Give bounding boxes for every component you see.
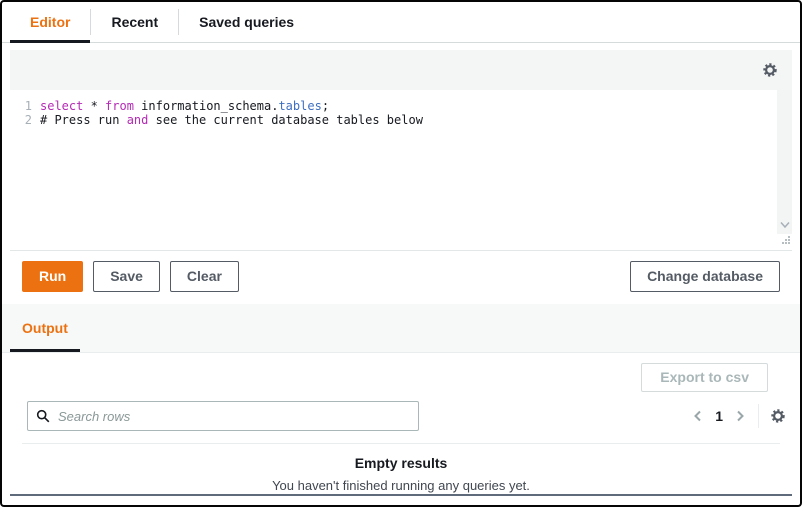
sql-code-editor[interactable]: 1select * from information_schema.tables… [10, 90, 792, 251]
export-row: Export to csv [2, 353, 800, 392]
tab-saved-queries[interactable]: Saved queries [179, 2, 314, 42]
tab-output[interactable]: Output [10, 305, 80, 352]
change-database-button[interactable]: Change database [630, 261, 780, 292]
pagination: 1 [691, 404, 786, 428]
editor-toolbar [10, 50, 792, 90]
tab-recent[interactable]: Recent [91, 2, 178, 42]
query-editor-window: Editor Recent Saved queries 1select * fr… [0, 0, 802, 507]
empty-results-subtitle: You haven't finished running any queries… [22, 471, 780, 507]
search-rows-field [27, 401, 419, 431]
tab-editor[interactable]: Editor [10, 2, 90, 42]
gear-icon[interactable] [770, 408, 786, 424]
gear-icon[interactable] [762, 62, 778, 78]
editor-scrollbar[interactable] [777, 90, 792, 234]
editor-actions: Run Save Clear Change database [2, 251, 800, 304]
code-lines: 1select * from information_schema.tables… [10, 99, 792, 127]
output-header: Output [2, 304, 800, 353]
chevron-left-icon[interactable] [691, 409, 705, 423]
pager-divider [758, 404, 759, 428]
run-button[interactable]: Run [22, 261, 83, 292]
results-controls: 1 [2, 392, 800, 431]
results-table: Empty results You haven't finished runni… [22, 443, 780, 507]
chevron-down-icon [779, 218, 791, 232]
save-button[interactable]: Save [93, 261, 160, 292]
output-bottom-edge [10, 494, 792, 496]
search-rows-input[interactable] [27, 401, 419, 431]
empty-results-title: Empty results [22, 444, 780, 471]
resize-grip-icon[interactable] [781, 234, 791, 248]
chevron-right-icon[interactable] [733, 409, 747, 423]
export-to-csv-button[interactable]: Export to csv [641, 363, 768, 392]
editor-tabbar: Editor Recent Saved queries [2, 2, 800, 43]
clear-button[interactable]: Clear [170, 261, 239, 292]
current-page[interactable]: 1 [714, 408, 724, 424]
